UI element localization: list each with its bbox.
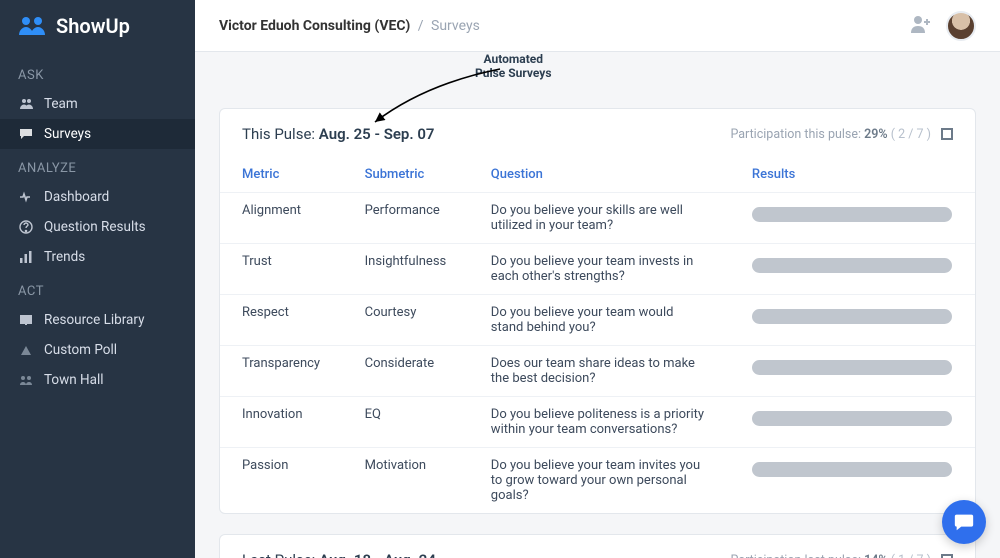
cell-results — [730, 295, 975, 346]
table-row: AlignmentPerformanceDo you believe your … — [220, 193, 975, 244]
sidebar-item-label: Question Results — [44, 219, 146, 235]
sidebar-item-label: Resource Library — [44, 312, 144, 328]
section-label-act: ACT — [0, 272, 195, 305]
col-metric[interactable]: Metric — [220, 157, 343, 193]
sidebar-item-label: Trends — [44, 249, 85, 265]
cell-question: Does our team share ideas to make the be… — [469, 346, 730, 397]
this-pulse-title: This Pulse: Aug. 25 - Sep. 07 — [242, 125, 434, 143]
topbar: Victor Eduoh Consulting (VEC) / Surveys — [195, 0, 1000, 52]
sidebar-item-question-results[interactable]: Question Results — [0, 212, 195, 242]
bars-icon — [18, 249, 34, 265]
nav-section-analyze: ANALYZE Dashboard Question Results Trend… — [0, 149, 195, 272]
this-pulse-card: This Pulse: Aug. 25 - Sep. 07 Participat… — [219, 108, 976, 514]
breadcrumb-org[interactable]: Victor Eduoh Consulting (VEC) — [219, 18, 410, 34]
sidebar-item-dashboard[interactable]: Dashboard — [0, 182, 195, 212]
cell-submetric: Performance — [343, 193, 469, 244]
cell-question: Do you believe your team invites you to … — [469, 448, 730, 514]
annotation-label: Automated Pulse Surveys — [475, 52, 551, 80]
breadcrumb-page: Surveys — [431, 18, 480, 34]
cell-results — [730, 448, 975, 514]
book-icon — [18, 312, 34, 328]
cell-question: Do you believe politeness is a priority … — [469, 397, 730, 448]
col-results[interactable]: Results — [730, 157, 975, 193]
sidebar-item-label: Surveys — [44, 126, 91, 142]
nav-section-ask: ASK Team Surveys — [0, 56, 195, 149]
sidebar-item-label: Team — [44, 96, 78, 112]
cell-metric: Alignment — [220, 193, 343, 244]
cell-metric: Trust — [220, 244, 343, 295]
cell-submetric: Courtesy — [343, 295, 469, 346]
sidebar-item-resource-library[interactable]: Resource Library — [0, 305, 195, 335]
cell-submetric: Motivation — [343, 448, 469, 514]
sidebar-item-label: Town Hall — [44, 372, 104, 388]
expand-icon[interactable] — [941, 128, 953, 140]
people-icon — [18, 15, 48, 37]
last-pulse-card: Last Pulse: Aug. 18 - Aug. 24 Participat… — [219, 534, 976, 558]
cell-metric: Innovation — [220, 397, 343, 448]
cell-metric: Respect — [220, 295, 343, 346]
sidebar-item-custom-poll[interactable]: Custom Poll — [0, 335, 195, 365]
table-row: InnovationEQDo you believe politeness is… — [220, 397, 975, 448]
cell-submetric: Considerate — [343, 346, 469, 397]
table-row: RespectCourtesyDo you believe your team … — [220, 295, 975, 346]
breadcrumb-separator: / — [418, 18, 424, 34]
last-pulse-participation: Participation last pulse: 14% ( 1 / 7 ) — [731, 553, 953, 558]
result-bar — [752, 207, 952, 222]
cell-metric: Passion — [220, 448, 343, 514]
sidebar-item-surveys[interactable]: Surveys — [0, 119, 195, 149]
cell-submetric: EQ — [343, 397, 469, 448]
result-bar — [752, 309, 952, 324]
cell-question: Do you believe your team invests in each… — [469, 244, 730, 295]
result-bar — [752, 360, 952, 375]
poll-icon — [18, 342, 34, 358]
table-row: PassionMotivationDo you believe your tea… — [220, 448, 975, 514]
team-icon — [18, 96, 34, 112]
sidebar: ShowUp ASK Team Surveys ANALYZE — [0, 0, 195, 558]
this-pulse-participation: Participation this pulse: 29% ( 2 / 7 ) — [730, 127, 953, 142]
table-row: TrustInsightfulnessDo you believe your t… — [220, 244, 975, 295]
cell-submetric: Insightfulness — [343, 244, 469, 295]
cell-results — [730, 346, 975, 397]
cell-results — [730, 193, 975, 244]
result-bar — [752, 462, 952, 477]
expand-icon[interactable] — [941, 554, 953, 558]
table-row: TransparencyConsiderateDoes our team sha… — [220, 346, 975, 397]
col-submetric[interactable]: Submetric — [343, 157, 469, 193]
sidebar-item-label: Dashboard — [44, 189, 109, 205]
last-pulse-title: Last Pulse: Aug. 18 - Aug. 24 — [242, 551, 436, 558]
cell-question: Do you believe your skills are well util… — [469, 193, 730, 244]
col-question[interactable]: Question — [469, 157, 730, 193]
app-logo[interactable]: ShowUp — [0, 0, 195, 56]
sidebar-item-label: Custom Poll — [44, 342, 117, 358]
townhall-icon — [18, 372, 34, 388]
cell-metric: Transparency — [220, 346, 343, 397]
avatar[interactable] — [946, 11, 976, 41]
chat-widget[interactable] — [942, 500, 986, 544]
result-bar — [752, 411, 952, 426]
app-name: ShowUp — [56, 14, 130, 38]
sidebar-item-town-hall[interactable]: Town Hall — [0, 365, 195, 395]
question-icon — [18, 219, 34, 235]
cell-results — [730, 244, 975, 295]
chat-icon — [18, 126, 34, 142]
cell-results — [730, 397, 975, 448]
content-area: Automated Pulse Surveys This Pulse: Aug.… — [195, 52, 1000, 558]
breadcrumb: Victor Eduoh Consulting (VEC) / Surveys — [219, 18, 480, 34]
sidebar-item-team[interactable]: Team — [0, 89, 195, 119]
heartbeat-icon — [18, 189, 34, 205]
result-bar — [752, 258, 952, 273]
cell-question: Do you believe your team would stand beh… — [469, 295, 730, 346]
pulse-table: Metric Submetric Question Results Alignm… — [220, 157, 975, 513]
nav-section-act: ACT Resource Library Custom Poll Town Ha… — [0, 272, 195, 395]
section-label-ask: ASK — [0, 56, 195, 89]
sidebar-item-trends[interactable]: Trends — [0, 242, 195, 272]
add-person-icon[interactable] — [910, 14, 932, 38]
section-label-analyze: ANALYZE — [0, 149, 195, 182]
